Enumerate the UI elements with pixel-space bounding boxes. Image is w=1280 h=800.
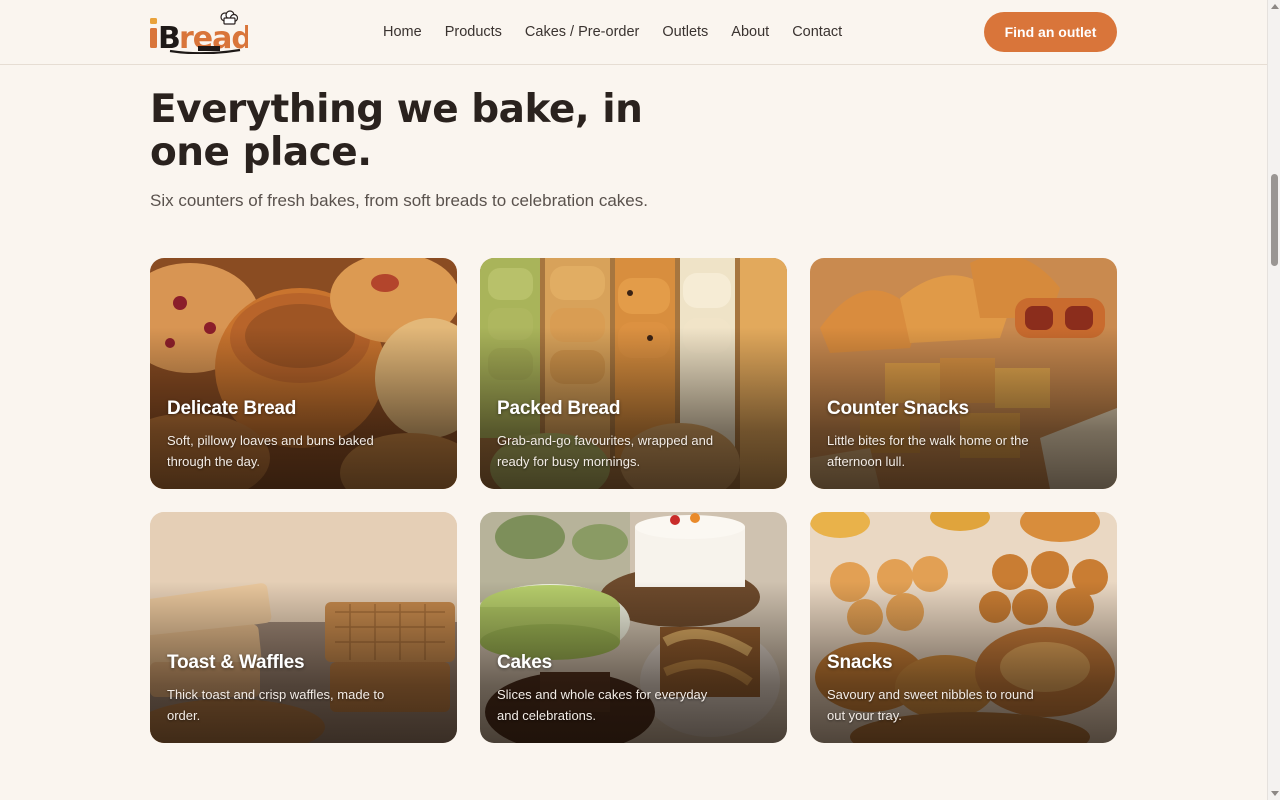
card-title: Delicate Bread [167, 398, 297, 419]
nav-products[interactable]: Products [445, 22, 502, 42]
card-description: Savoury and sweet nibbles to round out y… [827, 687, 1034, 723]
ibread-logo-icon: B read [150, 10, 248, 54]
card-title: Counter Snacks [827, 398, 969, 419]
card-title: Cakes [497, 652, 552, 673]
page-scrollbar[interactable] [1267, 0, 1280, 800]
card-description: Thick toast and crisp waffles, made to o… [167, 687, 385, 723]
category-card-packed-bread[interactable]: Packed Bread Grab-and-go favourites, wra… [480, 258, 787, 489]
category-card-snacks[interactable]: Snacks Savoury and sweet nibbles to roun… [810, 512, 1117, 743]
site-header: iBread B read Home Products Cakes / Pre-… [0, 0, 1267, 65]
card-description: Little bites for the walk home or the af… [827, 433, 1029, 469]
scroll-thumb[interactable] [1271, 174, 1278, 266]
category-card-cakes[interactable]: Cakes Slices and whole cakes for everyda… [480, 512, 787, 743]
category-card-delicate-bread[interactable]: Delicate Bread Soft, pillowy loaves and … [150, 258, 457, 489]
card-title: Packed Bread [497, 398, 621, 419]
card-title: Snacks [827, 652, 893, 673]
nav-home[interactable]: Home [383, 22, 422, 42]
nav-cakes-preorder[interactable]: Cakes / Pre-order [525, 22, 639, 42]
svg-text:B: B [158, 21, 180, 54]
page-subtitle: Six counters of fresh bakes, from soft b… [150, 191, 648, 210]
category-grid: Delicate Bread Soft, pillowy loaves and … [150, 258, 1117, 743]
card-description: Grab-and-go favourites, wrapped and read… [497, 433, 714, 469]
category-card-toast-waffles[interactable]: Toast & Waffles Thick toast and crisp wa… [150, 512, 457, 743]
main-nav: Home Products Cakes / Pre-order Outlets … [383, 22, 865, 42]
nav-outlets[interactable]: Outlets [662, 22, 708, 42]
card-description: Slices and whole cakes for everyday and … [497, 687, 708, 723]
page-title: Everything we bake, in one place. [150, 87, 643, 175]
find-outlet-button[interactable]: Find an outlet [984, 12, 1117, 52]
site-logo[interactable]: iBread B read [148, 10, 248, 54]
nav-about[interactable]: About [731, 22, 769, 42]
scroll-up-icon[interactable] [1271, 4, 1279, 9]
scroll-down-icon[interactable] [1271, 791, 1279, 796]
nav-contact[interactable]: Contact [792, 22, 842, 42]
card-description: Soft, pillowy loaves and buns baked thro… [167, 433, 374, 469]
card-title: Toast & Waffles [167, 652, 305, 673]
category-card-counter-snacks[interactable]: Counter Snacks Little bites for the walk… [810, 258, 1117, 489]
